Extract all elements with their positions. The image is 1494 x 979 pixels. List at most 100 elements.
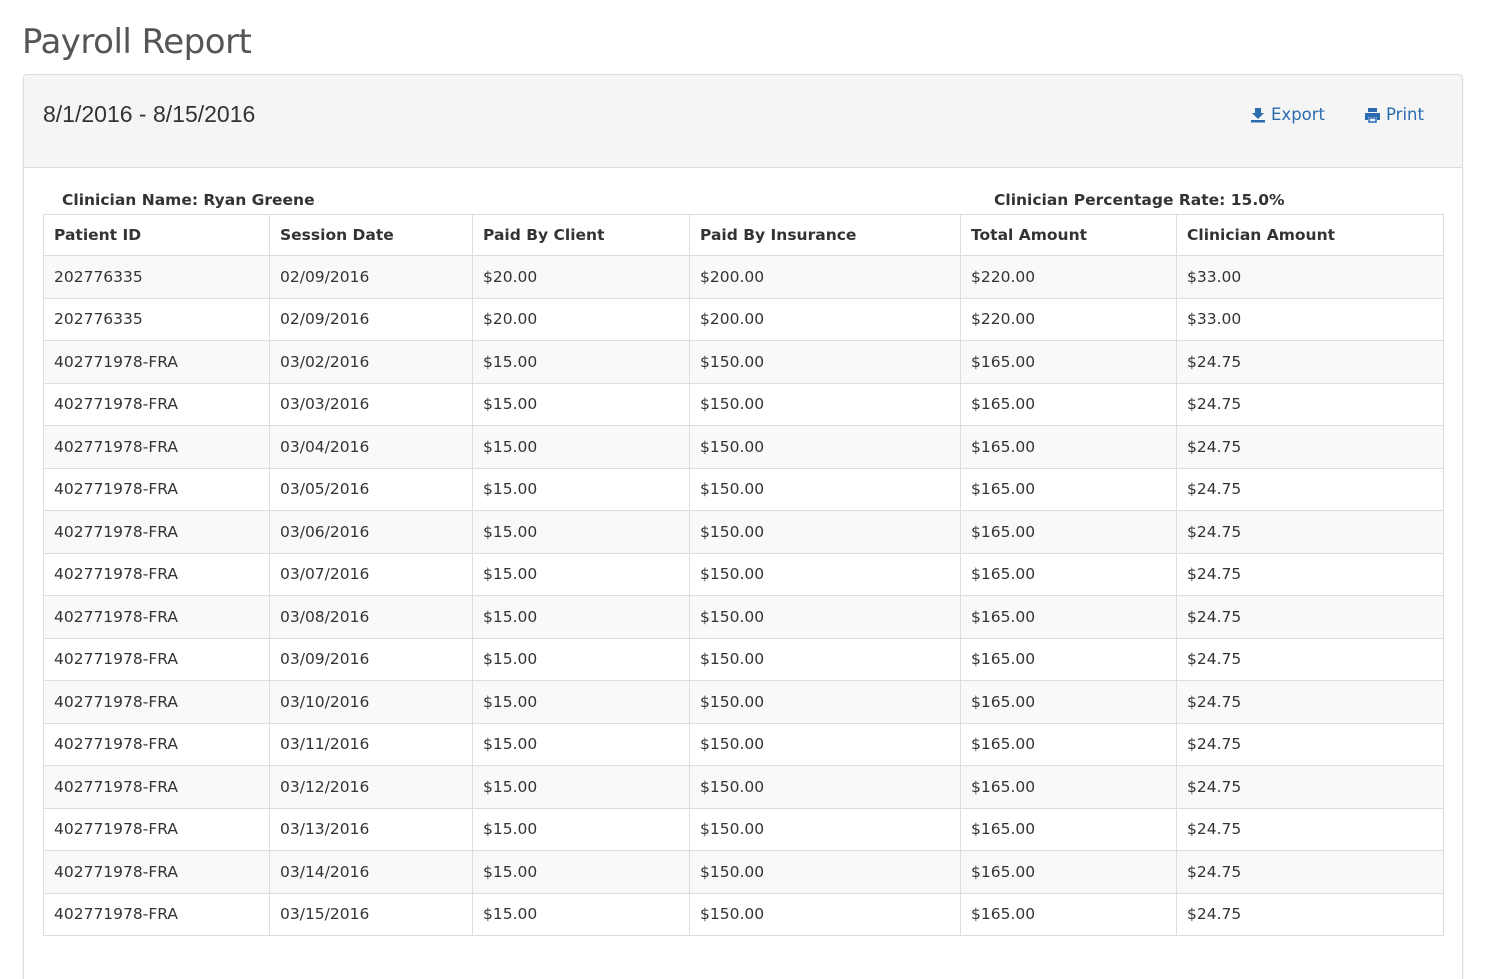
session-date-cell: 03/14/2016	[269, 850, 473, 894]
total-amount-cell: $165.00	[960, 807, 1177, 851]
patient-id-cell: 402771978-FRA	[43, 425, 270, 469]
table-row: 402771978-FRA 03/15/2016 $15.00 $150.00 $165…	[43, 892, 1444, 936]
table-row: 402771978-FRA 03/10/2016 $15.00 $150.00 $165…	[43, 680, 1444, 724]
clinician-amount-cell: $24.75	[1176, 807, 1444, 851]
column-header-patient-id: Patient ID	[43, 214, 270, 256]
table-row: 402771978-FRA 03/11/2016 $15.00 $150.00 $165…	[43, 722, 1444, 766]
table-row: 402771978-FRA 03/06/2016 $15.00 $150.00 $165…	[43, 510, 1444, 554]
clinician-amount-cell: $24.75	[1176, 637, 1444, 681]
total-amount-cell: $165.00	[960, 637, 1177, 681]
clinician-amount-cell: $24.75	[1176, 552, 1444, 596]
export-button[interactable]: Export	[1250, 105, 1325, 124]
total-amount-cell: $165.00	[960, 510, 1177, 554]
table-row: 402771978-FRA 03/08/2016 $15.00 $150.00 $165…	[43, 595, 1444, 639]
print-label: Print	[1386, 105, 1424, 124]
clinician-amount-cell: $24.75	[1176, 467, 1444, 511]
table-row: 402771978-FRA 03/13/2016 $15.00 $150.00 $165…	[43, 807, 1444, 851]
clinician-amount-cell: $24.75	[1176, 892, 1444, 936]
clinician-amount-cell: $24.75	[1176, 382, 1444, 426]
clinician-amount-cell: $24.75	[1176, 510, 1444, 554]
report-panel: 8/1/2016 - 8/15/2016 Export Print Clinic…	[23, 74, 1463, 979]
total-amount-cell: $165.00	[960, 765, 1177, 809]
paid-by-insurance-cell: $150.00	[689, 340, 961, 384]
column-header-paid-by-client: Paid By Client	[472, 214, 690, 256]
session-date-cell: 03/15/2016	[269, 892, 473, 936]
session-date-cell: 03/12/2016	[269, 765, 473, 809]
paid-by-client-cell: $15.00	[472, 637, 690, 681]
paid-by-insurance-cell: $150.00	[689, 425, 961, 469]
session-date-cell: 03/07/2016	[269, 552, 473, 596]
total-amount-cell: $165.00	[960, 850, 1177, 894]
session-date-cell: 03/06/2016	[269, 510, 473, 554]
payroll-table: Patient ID Session Date Paid By Client P…	[43, 214, 1444, 936]
paid-by-client-cell: $15.00	[472, 807, 690, 851]
patient-id-cell: 402771978-FRA	[43, 807, 270, 851]
paid-by-client-cell: $15.00	[472, 722, 690, 766]
patient-id-cell: 402771978-FRA	[43, 850, 270, 894]
patient-id-cell: 402771978-FRA	[43, 510, 270, 554]
paid-by-client-cell: $15.00	[472, 892, 690, 936]
clinician-amount-cell: $24.75	[1176, 722, 1444, 766]
patient-id-cell: 402771978-FRA	[43, 552, 270, 596]
paid-by-client-cell: $15.00	[472, 425, 690, 469]
table-row: 402771978-FRA 03/05/2016 $15.00 $150.00 $165…	[43, 467, 1444, 511]
column-header-total-amount: Total Amount	[960, 214, 1177, 256]
total-amount-cell: $165.00	[960, 382, 1177, 426]
paid-by-insurance-cell: $150.00	[689, 722, 961, 766]
session-date-cell: 03/05/2016	[269, 467, 473, 511]
patient-id-cell: 402771978-FRA	[43, 722, 270, 766]
total-amount-cell: $165.00	[960, 340, 1177, 384]
session-date-cell: 03/08/2016	[269, 595, 473, 639]
paid-by-client-cell: $15.00	[472, 765, 690, 809]
total-amount-cell: $165.00	[960, 425, 1177, 469]
table-row: 402771978-FRA 03/03/2016 $15.00 $150.00 $165…	[43, 382, 1444, 426]
session-date-cell: 03/11/2016	[269, 722, 473, 766]
patient-id-cell: 402771978-FRA	[43, 382, 270, 426]
paid-by-insurance-cell: $150.00	[689, 382, 961, 426]
paid-by-client-cell: $20.00	[472, 297, 690, 341]
paid-by-insurance-cell: $150.00	[689, 892, 961, 936]
clinician-amount-cell: $33.00	[1176, 297, 1444, 341]
patient-id-cell: 402771978-FRA	[43, 467, 270, 511]
clinician-amount-cell: $24.75	[1176, 765, 1444, 809]
patient-id-cell: 402771978-FRA	[43, 680, 270, 724]
paid-by-insurance-cell: $150.00	[689, 680, 961, 724]
total-amount-cell: $165.00	[960, 595, 1177, 639]
paid-by-insurance-cell: $150.00	[689, 595, 961, 639]
paid-by-client-cell: $15.00	[472, 467, 690, 511]
clinician-amount-cell: $24.75	[1176, 850, 1444, 894]
paid-by-insurance-cell: $150.00	[689, 807, 961, 851]
patient-id-cell: 402771978-FRA	[43, 765, 270, 809]
paid-by-insurance-cell: $150.00	[689, 637, 961, 681]
paid-by-client-cell: $15.00	[472, 680, 690, 724]
paid-by-insurance-cell: $200.00	[689, 297, 961, 341]
paid-by-insurance-cell: $150.00	[689, 850, 961, 894]
patient-id-cell: 402771978-FRA	[43, 595, 270, 639]
table-row: 402771978-FRA 03/12/2016 $15.00 $150.00 $165…	[43, 765, 1444, 809]
paid-by-insurance-cell: $200.00	[689, 255, 961, 299]
patient-id-cell: 402771978-FRA	[43, 637, 270, 681]
session-date-cell: 03/02/2016	[269, 340, 473, 384]
total-amount-cell: $165.00	[960, 722, 1177, 766]
export-label: Export	[1271, 105, 1326, 124]
print-button[interactable]: Print	[1364, 105, 1424, 124]
session-date-cell: 02/09/2016	[269, 255, 473, 299]
table-row: 202776335 02/09/2016 $20.00 $200.00 $220.00 $…	[43, 297, 1444, 341]
paid-by-client-cell: $15.00	[472, 595, 690, 639]
table-row: 402771978-FRA 03/14/2016 $15.00 $150.00 $165…	[43, 850, 1444, 894]
clinician-percentage-rate: Clinician Percentage Rate: 15.0%	[994, 191, 1285, 209]
printer-icon	[1364, 107, 1381, 123]
patient-id-cell: 202776335	[43, 255, 270, 299]
total-amount-cell: $220.00	[960, 255, 1177, 299]
session-date-cell: 03/04/2016	[269, 425, 473, 469]
patient-id-cell: 402771978-FRA	[43, 892, 270, 936]
session-date-cell: 03/10/2016	[269, 680, 473, 724]
clinician-amount-cell: $24.75	[1176, 340, 1444, 384]
patient-id-cell: 202776335	[43, 297, 270, 341]
table-row: 402771978-FRA 03/04/2016 $15.00 $150.00 $165…	[43, 425, 1444, 469]
clinician-amount-cell: $24.75	[1176, 425, 1444, 469]
total-amount-cell: $165.00	[960, 680, 1177, 724]
paid-by-client-cell: $20.00	[472, 255, 690, 299]
table-row: 202776335 02/09/2016 $20.00 $200.00 $220.00 $…	[43, 255, 1444, 299]
page-title: Payroll Report	[22, 22, 252, 62]
